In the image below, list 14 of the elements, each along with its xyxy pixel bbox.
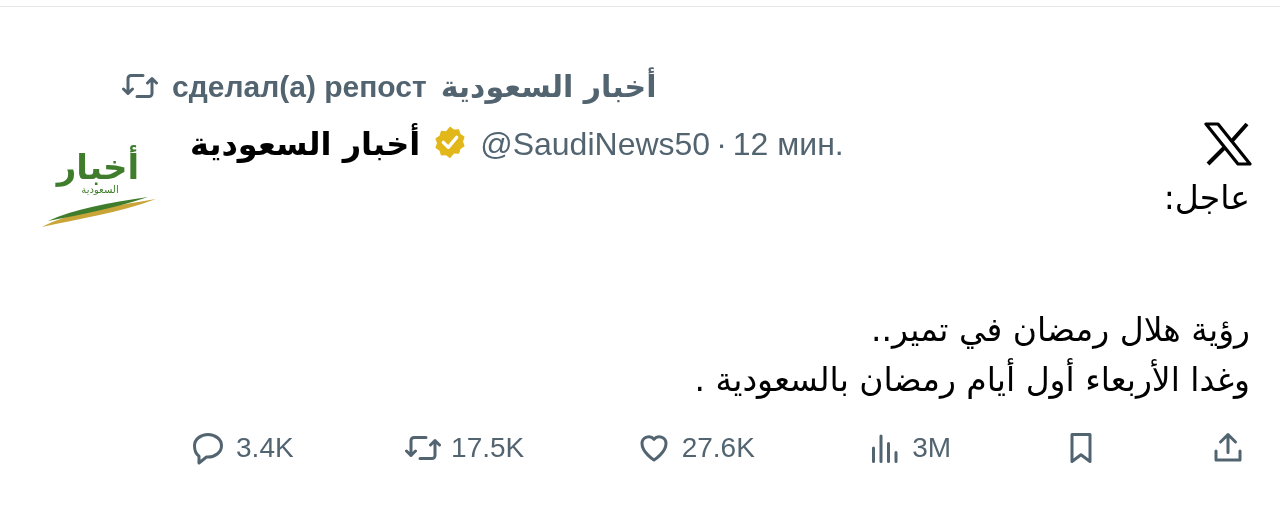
reposter-name: أخبار السعودية bbox=[440, 66, 657, 106]
separator-dot: · bbox=[716, 125, 727, 164]
x-logo-icon bbox=[1204, 122, 1252, 166]
author-name: أخبار السعودية bbox=[190, 122, 421, 165]
reply-button[interactable]: 3.4K bbox=[190, 427, 294, 469]
post-time: 12 мин. bbox=[732, 125, 844, 164]
repost-button[interactable]: 17.5K bbox=[405, 427, 525, 469]
author-handle: @SaudiNews50 bbox=[480, 125, 711, 164]
repost-label: сделал(а) репост bbox=[172, 68, 427, 105]
like-button[interactable]: 27.6K bbox=[635, 427, 755, 469]
post-text: عاجل: bbox=[1162, 177, 1250, 219]
avatar-logo: أخبار السعودية bbox=[38, 141, 158, 231]
views-button[interactable]: 3M bbox=[866, 427, 952, 469]
post-text: رؤية هلال رمضان في تمير.. وغدا الأربعاء أول أيام رمضان بالسعودية . bbox=[693, 309, 1250, 401]
